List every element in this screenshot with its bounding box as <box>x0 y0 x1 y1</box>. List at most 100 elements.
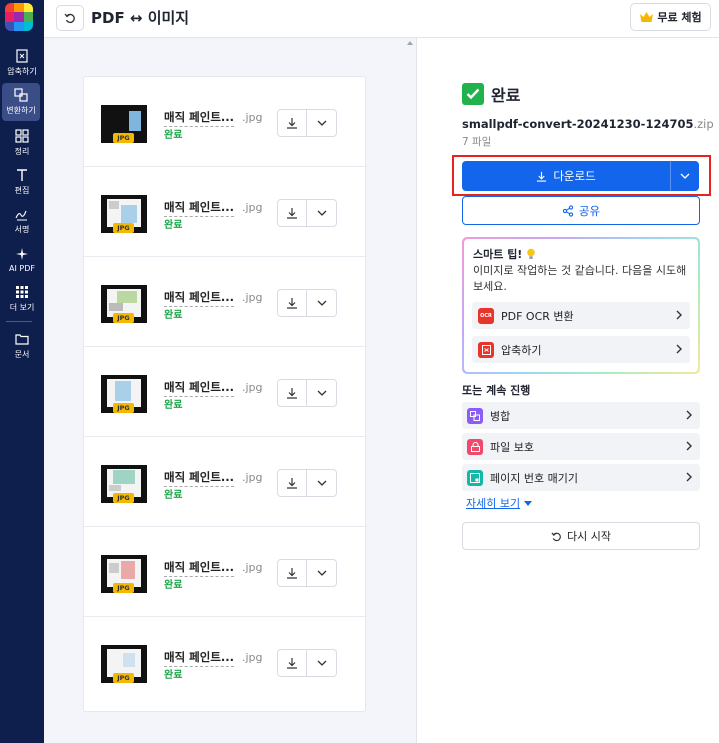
file-status: 완료 <box>164 580 183 591</box>
checkmark-icon <box>462 83 484 105</box>
sidebar-item-label: 더 보기 <box>9 303 35 312</box>
tip-action-ocr[interactable]: OCR PDF OCR 변환 <box>472 302 690 329</box>
file-options-button[interactable] <box>307 109 337 137</box>
sidebar-item-documents[interactable]: 문서 <box>0 327 44 365</box>
file-name[interactable]: 매직 페인트... <box>164 289 235 307</box>
sidebar-item-more[interactable]: 더 보기 <box>0 280 44 318</box>
continue-item-merge[interactable]: 병합 <box>462 402 700 429</box>
file-thumbnail: JPG <box>101 195 147 233</box>
file-download-button[interactable] <box>277 109 307 137</box>
file-list: JPG 매직 페인트... .jpg 완료 JPG 매직 페인트... .jpg… <box>83 76 367 712</box>
file-status: 완료 <box>164 670 183 681</box>
file-row: JPG 매직 페인트... .jpg 완료 <box>84 617 367 707</box>
completion-header: 완료 <box>462 82 520 106</box>
continue-item-protect[interactable]: 파일 보호 <box>462 433 700 460</box>
file-options-button[interactable] <box>307 379 337 407</box>
jpg-badge: JPG <box>113 403 134 413</box>
completion-status: 완료 <box>491 86 521 105</box>
continue-item-label: 페이지 번호 매기기 <box>490 471 578 485</box>
free-trial-label: 무료 체험 <box>657 11 702 24</box>
restart-button[interactable]: 다시 시작 <box>462 522 700 550</box>
tip-action-label: 압축하기 <box>501 343 542 357</box>
file-name[interactable]: 매직 페인트... <box>164 379 235 397</box>
file-status: 완료 <box>164 400 183 411</box>
result-panel: 완료 smallpdf-convert-20241230-124705.zip … <box>417 38 719 743</box>
file-thumbnail: JPG <box>101 645 147 683</box>
sidebar-item-label: 편집 <box>14 186 30 195</box>
file-thumbnail: JPG <box>101 105 147 143</box>
download-icon <box>287 208 297 219</box>
see-more-label: 자세히 보기 <box>466 497 521 510</box>
sidebar-item-convert[interactable]: 변환하기 <box>2 83 40 121</box>
file-thumbnail: JPG <box>101 375 147 413</box>
merge-icon <box>467 407 483 424</box>
file-options-button[interactable] <box>307 469 337 497</box>
file-name[interactable]: 매직 페인트... <box>164 559 235 577</box>
download-button[interactable]: 다운로드 <box>462 161 670 191</box>
see-more-link[interactable]: 자세히 보기 <box>466 495 533 511</box>
file-row: JPG 매직 페인트... .jpg 완료 <box>84 347 367 437</box>
file-status: 완료 <box>164 130 183 141</box>
chevron-right-icon <box>676 344 682 354</box>
file-download-button[interactable] <box>277 379 307 407</box>
zip-file-name: smallpdf-convert-20241230-124705.zip <box>462 117 714 131</box>
grid-icon <box>16 286 28 298</box>
file-status: 완료 <box>164 310 183 321</box>
jpg-badge: JPG <box>113 133 134 143</box>
download-icon <box>287 478 297 489</box>
tip-action-compress[interactable]: 압축하기 <box>472 336 690 363</box>
download-icon <box>287 118 297 129</box>
jpg-badge: JPG <box>113 673 134 683</box>
chevron-down-icon <box>317 390 326 396</box>
chevron-down-icon <box>317 300 326 306</box>
file-name[interactable]: 매직 페인트... <box>164 469 235 487</box>
file-options-button[interactable] <box>307 289 337 317</box>
file-download-button[interactable] <box>277 289 307 317</box>
continue-item-page-numbers[interactable]: 페이지 번호 매기기 <box>462 464 700 491</box>
continue-section-title: 또는 계속 진행 <box>462 384 531 397</box>
sidebar-item-label: 압축하기 <box>7 67 37 76</box>
tip-action-label: PDF OCR 변환 <box>501 309 574 323</box>
file-name[interactable]: 매직 페인트... <box>164 649 235 667</box>
zip-extension: .zip <box>693 117 714 131</box>
scroll-up-arrow-icon[interactable] <box>407 41 413 45</box>
smart-tip-title-text: 스마트 팁! <box>473 248 523 261</box>
jpg-badge: JPG <box>113 583 134 593</box>
download-icon <box>287 388 297 399</box>
share-icon <box>562 204 574 217</box>
sidebar-item-compress[interactable]: 압축하기 <box>0 44 44 82</box>
jpg-badge: JPG <box>113 493 134 503</box>
zip-name-base: smallpdf-convert-20241230-124705 <box>462 117 694 131</box>
smart-tip-card: 스마트 팁! 이미지로 작업하는 것 같습니다. 다음을 시도해 보세요. OC… <box>462 237 700 374</box>
file-options-button[interactable] <box>307 559 337 587</box>
file-download-button[interactable] <box>277 199 307 227</box>
chevron-down-icon <box>680 173 690 179</box>
file-options-button[interactable] <box>307 199 337 227</box>
sidebar-item-ai-pdf[interactable]: AI PDF <box>0 241 44 279</box>
file-options-button[interactable] <box>307 649 337 677</box>
chevron-down-icon <box>317 210 326 216</box>
file-download-button[interactable] <box>277 469 307 497</box>
download-icon <box>287 298 297 309</box>
download-icon <box>537 171 547 182</box>
file-download-button[interactable] <box>277 649 307 677</box>
page-number-icon <box>467 469 483 486</box>
share-button[interactable]: 공유 <box>462 196 700 225</box>
app-window: 압축하기 변환하기 정리 편집 서명 AI PDF 더 보기 문서 PDF ↔ … <box>0 0 719 743</box>
sidebar-item-edit[interactable]: 편집 <box>0 163 44 201</box>
free-trial-button[interactable]: 무료 체험 <box>630 3 711 31</box>
edit-text-icon <box>17 169 27 181</box>
file-row: JPG 매직 페인트... .jpg 완료 <box>84 257 367 347</box>
sidebar-item-sign[interactable]: 서명 <box>0 202 44 240</box>
download-options-button[interactable] <box>670 161 699 191</box>
file-name[interactable]: 매직 페인트... <box>164 109 235 127</box>
file-download-button[interactable] <box>277 559 307 587</box>
sidebar-item-organize[interactable]: 정리 <box>0 124 44 162</box>
file-extension: .jpg <box>242 561 263 574</box>
file-thumbnail: JPG <box>101 555 147 593</box>
back-button[interactable] <box>56 5 84 31</box>
file-name[interactable]: 매직 페인트... <box>164 199 235 217</box>
smallpdf-logo[interactable] <box>5 3 33 31</box>
scrollbar[interactable] <box>404 38 416 743</box>
continue-item-label: 병합 <box>490 409 511 423</box>
